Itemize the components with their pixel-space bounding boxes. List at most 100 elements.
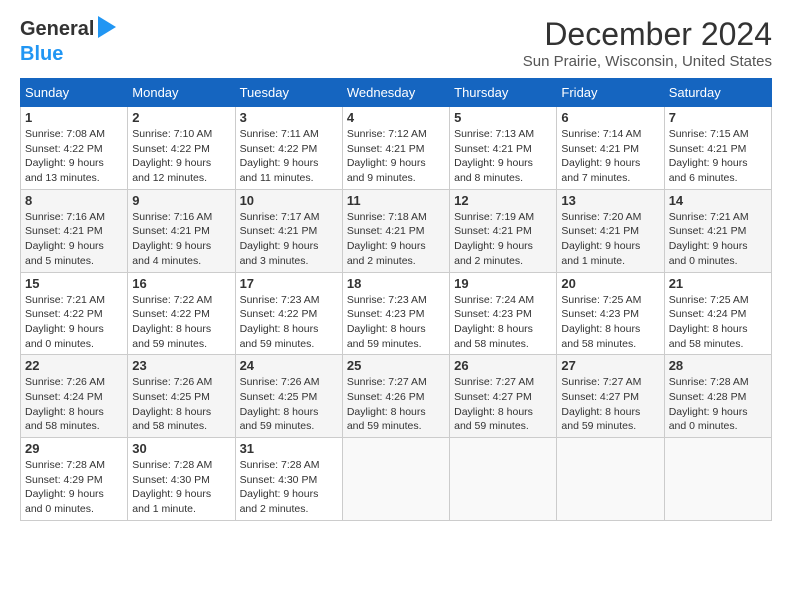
col-sunday: Sunday: [21, 79, 128, 107]
day-number: 27: [561, 358, 659, 373]
day-number: 6: [561, 110, 659, 125]
day-number: 11: [347, 193, 445, 208]
day-info: Sunrise: 7:21 AMSunset: 4:22 PMDaylight:…: [25, 293, 123, 352]
table-row: 5 Sunrise: 7:13 AMSunset: 4:21 PMDaylight…: [450, 107, 557, 190]
day-info: Sunrise: 7:26 AMSunset: 4:25 PMDaylight:…: [132, 375, 230, 434]
day-info: Sunrise: 7:10 AMSunset: 4:22 PMDaylight:…: [132, 127, 230, 186]
calendar-week-row: 1 Sunrise: 7:08 AMSunset: 4:22 PMDaylight…: [21, 107, 772, 190]
table-row: 9 Sunrise: 7:16 AMSunset: 4:21 PMDaylight…: [128, 189, 235, 272]
table-row: 19Sunrise: 7:24 AMSunset: 4:23 PMDayligh…: [450, 272, 557, 355]
day-info: Sunrise: 7:16 AMSunset: 4:21 PMDaylight:…: [132, 210, 230, 269]
day-number: 3: [240, 110, 338, 125]
table-row: 18Sunrise: 7:23 AMSunset: 4:23 PMDayligh…: [342, 272, 449, 355]
logo-arrow-icon: [98, 16, 116, 43]
day-number: 29: [25, 441, 123, 456]
day-info: Sunrise: 7:16 AMSunset: 4:21 PMDaylight:…: [25, 210, 123, 269]
table-row: 31 Sunrise: 7:28 AMSunset: 4:30 PMDayligh…: [235, 438, 342, 521]
location: Sun Prairie, Wisconsin, United States: [523, 53, 772, 70]
day-info: Sunrise: 7:27 AMSunset: 4:27 PMDaylight:…: [561, 375, 659, 434]
day-info: Sunrise: 7:21 AMSunset: 4:21 PMDaylight:…: [669, 210, 767, 269]
day-number: 1: [25, 110, 123, 125]
table-row: 16 Sunrise: 7:22 AMSunset: 4:22 PMDayligh…: [128, 272, 235, 355]
day-info: Sunrise: 7:20 AMSunset: 4:21 PMDaylight:…: [561, 210, 659, 269]
col-thursday: Thursday: [450, 79, 557, 107]
day-info: Sunrise: 7:25 AMSunset: 4:24 PMDaylight:…: [669, 293, 767, 352]
table-row: 21 Sunrise: 7:25 AMSunset: 4:24 PMDayligh…: [664, 272, 771, 355]
day-info: Sunrise: 7:08 AMSunset: 4:22 PMDaylight:…: [25, 127, 123, 186]
table-row: 12Sunrise: 7:19 AMSunset: 4:21 PMDayligh…: [450, 189, 557, 272]
day-number: 7: [669, 110, 767, 125]
day-number: 5: [454, 110, 552, 125]
table-row: [450, 438, 557, 521]
logo-general-text: General: [20, 18, 94, 41]
calendar-week-row: 22 Sunrise: 7:26 AMSunset: 4:24 PMDayligh…: [21, 355, 772, 438]
day-number: 26: [454, 358, 552, 373]
day-number: 25: [347, 358, 445, 373]
day-number: 31: [240, 441, 338, 456]
day-info: Sunrise: 7:28 AMSunset: 4:29 PMDaylight:…: [25, 458, 123, 517]
table-row: 24 Sunrise: 7:26 AMSunset: 4:25 PMDayligh…: [235, 355, 342, 438]
table-row: 22 Sunrise: 7:26 AMSunset: 4:24 PMDayligh…: [21, 355, 128, 438]
day-info: Sunrise: 7:22 AMSunset: 4:22 PMDaylight:…: [132, 293, 230, 352]
calendar-header-row: Sunday Monday Tuesday Wednesday Thursday…: [21, 79, 772, 107]
day-number: 21: [669, 276, 767, 291]
day-info: Sunrise: 7:17 AMSunset: 4:21 PMDaylight:…: [240, 210, 338, 269]
day-info: Sunrise: 7:28 AMSunset: 4:30 PMDaylight:…: [132, 458, 230, 517]
day-info: Sunrise: 7:28 AMSunset: 4:30 PMDaylight:…: [240, 458, 338, 517]
table-row: 2Sunrise: 7:10 AMSunset: 4:22 PMDaylight…: [128, 107, 235, 190]
table-row: 25 Sunrise: 7:27 AMSunset: 4:26 PMDayligh…: [342, 355, 449, 438]
col-monday: Monday: [128, 79, 235, 107]
day-number: 30: [132, 441, 230, 456]
calendar-week-row: 15Sunrise: 7:21 AMSunset: 4:22 PMDayligh…: [21, 272, 772, 355]
day-info: Sunrise: 7:26 AMSunset: 4:24 PMDaylight:…: [25, 375, 123, 434]
table-row: [557, 438, 664, 521]
table-row: 13 Sunrise: 7:20 AMSunset: 4:21 PMDayligh…: [557, 189, 664, 272]
day-number: 23: [132, 358, 230, 373]
day-info: Sunrise: 7:27 AMSunset: 4:26 PMDaylight:…: [347, 375, 445, 434]
table-row: 8 Sunrise: 7:16 AMSunset: 4:21 PMDaylight…: [21, 189, 128, 272]
day-info: Sunrise: 7:23 AMSunset: 4:22 PMDaylight:…: [240, 293, 338, 352]
day-info: Sunrise: 7:24 AMSunset: 4:23 PMDaylight:…: [454, 293, 552, 352]
day-info: Sunrise: 7:18 AMSunset: 4:21 PMDaylight:…: [347, 210, 445, 269]
day-info: Sunrise: 7:23 AMSunset: 4:23 PMDaylight:…: [347, 293, 445, 352]
table-row: 30 Sunrise: 7:28 AMSunset: 4:30 PMDayligh…: [128, 438, 235, 521]
col-friday: Friday: [557, 79, 664, 107]
page: General Blue December 2024 Sun Prairie, …: [0, 0, 792, 531]
day-number: 9: [132, 193, 230, 208]
table-row: 11 Sunrise: 7:18 AMSunset: 4:21 PMDayligh…: [342, 189, 449, 272]
day-number: 8: [25, 193, 123, 208]
day-number: 13: [561, 193, 659, 208]
day-info: Sunrise: 7:28 AMSunset: 4:28 PMDaylight:…: [669, 375, 767, 434]
logo-blue-text: Blue: [20, 43, 63, 65]
table-row: 7Sunrise: 7:15 AMSunset: 4:21 PMDaylight…: [664, 107, 771, 190]
day-info: Sunrise: 7:26 AMSunset: 4:25 PMDaylight:…: [240, 375, 338, 434]
day-number: 16: [132, 276, 230, 291]
table-row: 28Sunrise: 7:28 AMSunset: 4:28 PMDayligh…: [664, 355, 771, 438]
day-number: 22: [25, 358, 123, 373]
table-row: 23 Sunrise: 7:26 AMSunset: 4:25 PMDayligh…: [128, 355, 235, 438]
calendar-table: Sunday Monday Tuesday Wednesday Thursday…: [20, 78, 772, 521]
day-number: 17: [240, 276, 338, 291]
day-info: Sunrise: 7:13 AMSunset: 4:21 PMDaylight:…: [454, 127, 552, 186]
month-title: December 2024: [523, 16, 772, 53]
col-saturday: Saturday: [664, 79, 771, 107]
table-row: [664, 438, 771, 521]
col-tuesday: Tuesday: [235, 79, 342, 107]
table-row: 3 Sunrise: 7:11 AMSunset: 4:22 PMDaylight…: [235, 107, 342, 190]
col-wednesday: Wednesday: [342, 79, 449, 107]
day-number: 20: [561, 276, 659, 291]
day-info: Sunrise: 7:27 AMSunset: 4:27 PMDaylight:…: [454, 375, 552, 434]
calendar-week-row: 29 Sunrise: 7:28 AMSunset: 4:29 PMDayligh…: [21, 438, 772, 521]
header: General Blue December 2024 Sun Prairie, …: [20, 16, 772, 70]
day-info: Sunrise: 7:14 AMSunset: 4:21 PMDaylight:…: [561, 127, 659, 186]
day-info: Sunrise: 7:11 AMSunset: 4:22 PMDaylight:…: [240, 127, 338, 186]
day-info: Sunrise: 7:19 AMSunset: 4:21 PMDaylight:…: [454, 210, 552, 269]
table-row: 26 Sunrise: 7:27 AMSunset: 4:27 PMDayligh…: [450, 355, 557, 438]
table-row: 1 Sunrise: 7:08 AMSunset: 4:22 PMDaylight…: [21, 107, 128, 190]
logo: General Blue: [20, 16, 116, 66]
day-number: 24: [240, 358, 338, 373]
day-info: Sunrise: 7:12 AMSunset: 4:21 PMDaylight:…: [347, 127, 445, 186]
title-block: December 2024 Sun Prairie, Wisconsin, Un…: [523, 16, 772, 70]
table-row: 10Sunrise: 7:17 AMSunset: 4:21 PMDayligh…: [235, 189, 342, 272]
table-row: 4Sunrise: 7:12 AMSunset: 4:21 PMDaylight…: [342, 107, 449, 190]
